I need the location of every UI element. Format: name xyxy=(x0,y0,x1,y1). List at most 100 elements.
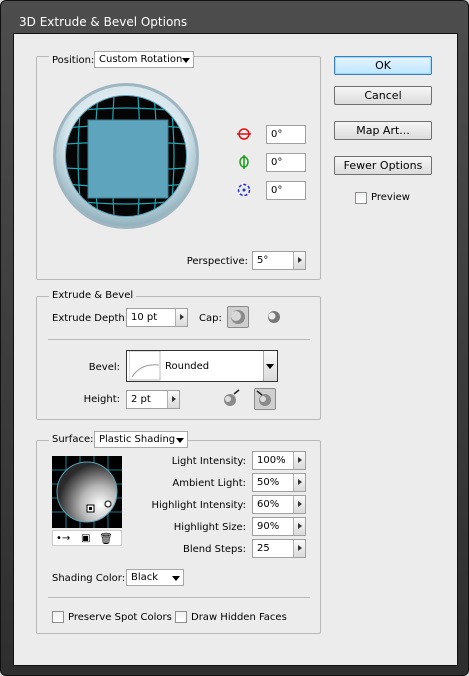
blend-steps-spin-button[interactable] xyxy=(293,540,305,557)
bevel-select-value: Rounded xyxy=(165,361,210,372)
ambient-light-label: Ambient Light: xyxy=(172,478,246,489)
x-rotation-field[interactable]: 0° xyxy=(266,125,306,144)
highlight-intensity-label: Highlight Intensity: xyxy=(151,500,247,511)
chevron-down-icon xyxy=(176,438,184,443)
highlight-size-label: Highlight Size: xyxy=(173,522,246,533)
chevron-right-icon xyxy=(298,501,302,507)
ambient-light-value: 50% xyxy=(257,477,280,488)
bevel-shape-icon xyxy=(129,351,161,381)
title-bar[interactable]: 3D Extrude & Bevel Options xyxy=(1,1,469,33)
delete-light-icon[interactable]: 🗑 xyxy=(99,532,113,545)
height-spin-button[interactable] xyxy=(167,391,179,408)
highlight-size-field[interactable]: 90% xyxy=(252,517,306,536)
bevel-out-icon xyxy=(224,389,240,406)
ok-button[interactable]: OK xyxy=(334,56,432,75)
bevel-dropdown-button[interactable] xyxy=(263,351,277,381)
bevel-extent-in-button[interactable] xyxy=(254,388,276,410)
extrude-depth-spin-button[interactable] xyxy=(175,309,187,326)
position-select-value: Custom Rotation xyxy=(99,54,183,65)
extrude-depth-label: Extrude Depth: xyxy=(52,313,129,324)
lighting-sphere[interactable] xyxy=(52,456,122,528)
ambient-light-field[interactable]: 50% xyxy=(252,473,306,492)
cap-label: Cap: xyxy=(199,313,222,324)
highlight-intensity-value: 60% xyxy=(257,499,280,510)
cap-on-icon xyxy=(231,310,245,324)
chevron-down-icon xyxy=(266,364,274,369)
cancel-button[interactable]: Cancel xyxy=(334,86,432,105)
highlight-intensity-field[interactable]: 60% xyxy=(252,495,306,514)
shading-color-label: Shading Color: xyxy=(52,573,126,584)
map-art-button[interactable]: Map Art... xyxy=(334,121,432,140)
y-rotation-value: 0° xyxy=(271,157,283,168)
highlight-size-value: 90% xyxy=(257,521,280,532)
perspective-spin-button[interactable] xyxy=(293,252,305,269)
chevron-right-icon xyxy=(172,396,176,402)
bevel-select[interactable]: Rounded xyxy=(126,350,278,382)
window-title: 3D Extrude & Bevel Options xyxy=(19,15,188,29)
blend-steps-field[interactable]: 25 xyxy=(252,539,306,558)
height-label: Height: xyxy=(83,394,120,405)
extrude-depth-value: 10 pt xyxy=(131,312,158,323)
trackball-graphic xyxy=(53,83,199,229)
surface-select[interactable]: Plastic Shading xyxy=(94,431,188,448)
draw-hidden-faces-checkbox[interactable] xyxy=(175,611,187,623)
position-select[interactable]: Custom Rotation xyxy=(94,51,194,68)
chevron-right-icon xyxy=(298,479,302,485)
preserve-spot-colors-label: Preserve Spot Colors xyxy=(68,612,172,623)
ambient-light-spin-button[interactable] xyxy=(293,474,305,491)
chevron-down-icon xyxy=(182,58,190,63)
perspective-value: 5° xyxy=(257,255,269,266)
preview-checkbox[interactable] xyxy=(355,192,367,204)
rotation-trackball[interactable] xyxy=(52,82,200,230)
light-intensity-field[interactable]: 100% xyxy=(252,451,306,470)
light-controls: •→ ▣ 🗑 xyxy=(52,530,122,546)
chevron-right-icon xyxy=(180,314,184,320)
surface-select-value: Plastic Shading xyxy=(99,434,176,445)
new-light-icon[interactable]: ▣ xyxy=(81,533,90,544)
chevron-right-icon xyxy=(298,457,302,463)
extrude-bevel-label: Extrude & Bevel xyxy=(49,290,137,301)
chevron-right-icon xyxy=(298,545,302,551)
x-rotation-value: 0° xyxy=(271,129,283,140)
bevel-extent-out-button[interactable] xyxy=(219,388,241,410)
light-intensity-label: Light Intensity: xyxy=(171,456,246,467)
cap-on-button[interactable] xyxy=(227,306,249,328)
z-rotation-value: 0° xyxy=(271,185,283,196)
height-value: 2 pt xyxy=(131,394,151,405)
preview-label: Preview xyxy=(371,192,410,203)
shading-color-select[interactable]: Black xyxy=(126,569,184,586)
extrude-depth-field[interactable]: 10 pt xyxy=(126,308,188,327)
y-rotation-icon xyxy=(236,154,252,173)
dialog-window: 3D Extrude & Bevel Options Position: Cus… xyxy=(0,0,469,676)
dialog-body: Position: Custom Rotation 0° 0° 0° Persp… xyxy=(13,33,458,666)
cap-off-icon xyxy=(268,311,280,323)
chevron-down-icon xyxy=(172,576,180,581)
perspective-label: Perspective: xyxy=(186,256,248,267)
x-rotation-icon xyxy=(236,126,252,145)
light-intensity-value: 100% xyxy=(257,455,286,466)
extrude-separator xyxy=(48,339,310,340)
shading-color-value: Black xyxy=(131,572,159,583)
blend-steps-label: Blend Steps: xyxy=(182,544,246,555)
bevel-label: Bevel: xyxy=(88,362,120,373)
chevron-right-icon xyxy=(298,257,302,263)
preserve-spot-colors-checkbox[interactable] xyxy=(52,611,64,623)
position-label: Position: xyxy=(49,55,98,66)
surface-label: Surface: xyxy=(49,434,97,445)
blend-steps-value: 25 xyxy=(257,543,270,554)
z-rotation-field[interactable]: 0° xyxy=(266,181,306,200)
surface-separator xyxy=(48,597,310,598)
lighting-sphere-graphic xyxy=(52,456,122,528)
highlight-intensity-spin-button[interactable] xyxy=(293,496,305,513)
bevel-in-icon xyxy=(256,390,271,406)
highlight-size-spin-button[interactable] xyxy=(293,518,305,535)
chevron-right-icon xyxy=(298,523,302,529)
cap-off-button[interactable] xyxy=(264,307,286,329)
z-rotation-icon xyxy=(236,182,252,201)
y-rotation-field[interactable]: 0° xyxy=(266,153,306,172)
light-intensity-spin-button[interactable] xyxy=(293,452,305,469)
fewer-options-button[interactable]: Fewer Options xyxy=(334,156,432,175)
perspective-field[interactable]: 5° xyxy=(252,251,306,270)
move-light-back-icon[interactable]: •→ xyxy=(56,533,70,544)
height-field[interactable]: 2 pt xyxy=(126,390,180,409)
